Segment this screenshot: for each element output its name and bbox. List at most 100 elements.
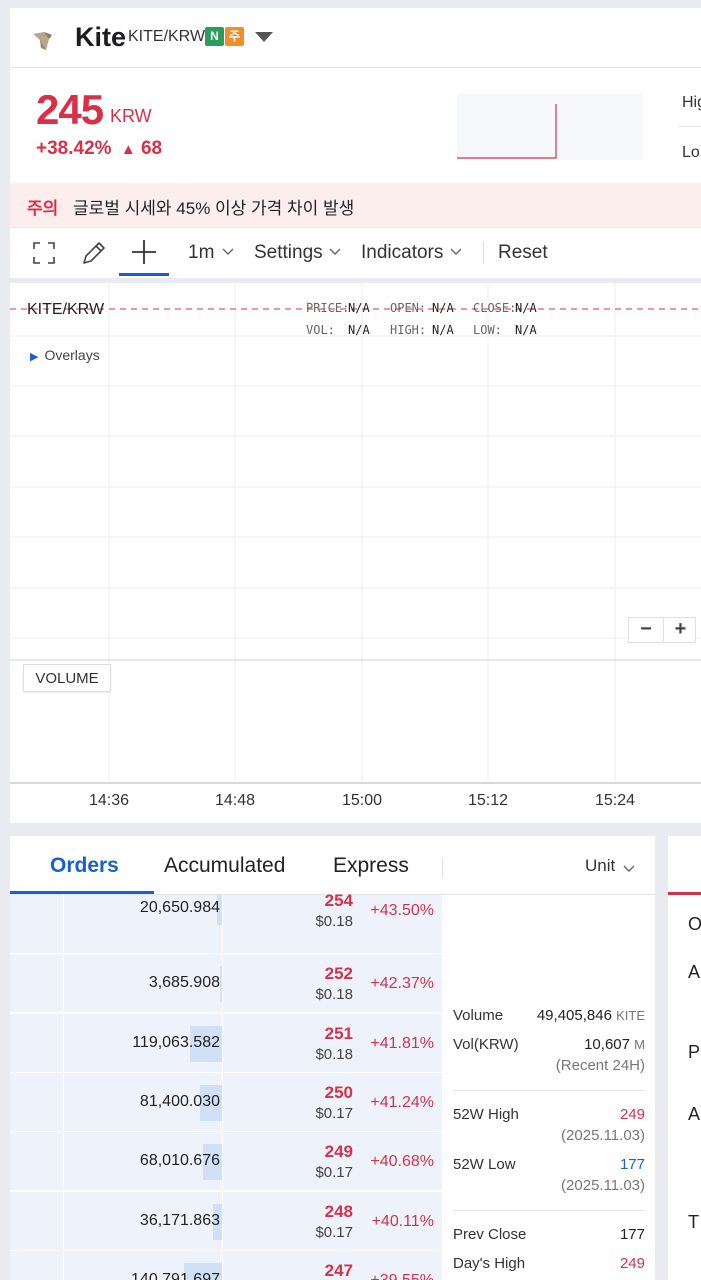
ask-quantity: 140,791.697 (131, 1270, 220, 1280)
caution-badge: 주 (225, 27, 244, 46)
orderbook-panel: Orders Accumulated Express Unit 20,650.9… (10, 836, 655, 1280)
w52-low-date: (2025.11.03) (561, 1177, 645, 1194)
unit-select[interactable]: Unit (585, 856, 615, 876)
zoom-in-button[interactable]: + (663, 618, 697, 642)
ohlc-high-label: HIGH: (390, 323, 427, 337)
fullscreen-icon[interactable] (32, 241, 56, 265)
zoom-out-button[interactable]: − (629, 618, 663, 642)
row-column-divider (222, 1191, 223, 1250)
ask-row[interactable]: 36,171.863 248 $0.17 +40.11% (10, 1191, 442, 1250)
x-tick: 15:12 (467, 792, 509, 809)
warning-tag: 주의 (27, 199, 59, 218)
tab-express[interactable]: Express (333, 854, 409, 878)
w52-high-label: 52W High (453, 1106, 519, 1123)
ohlc-price-label: PRICE: (306, 301, 350, 315)
ask-row[interactable]: 3,685.908 252 $0.18 +42.37% (10, 954, 442, 1013)
coin-pair: KITE/KRW (128, 28, 206, 45)
volkrw-value: 10,607 M (584, 1036, 645, 1053)
row-spacer (10, 954, 64, 1013)
row-spacer (10, 1250, 64, 1280)
ask-price: 249 (324, 1142, 353, 1162)
overlays-toggle[interactable]: ▶ Overlays (30, 347, 100, 363)
ask-change-percent: +40.11% (371, 1212, 434, 1230)
crosshair-active-indicator (119, 273, 169, 276)
ask-quantity: 81,400.030 (139, 1092, 220, 1110)
settings-menu[interactable]: Settings (254, 242, 323, 264)
ask-change-percent: +43.50% (370, 902, 434, 919)
new-badge: N (205, 27, 224, 46)
chevron-down-icon[interactable] (328, 245, 342, 259)
interval-select[interactable]: 1m (188, 242, 214, 264)
ask-price: 247 (324, 1260, 353, 1280)
ticker-panel: Kite KITE/KRW N 주 245 KRW +38.42% ▲ 68 H… (10, 8, 701, 184)
play-triangle-icon: ▶ (30, 351, 39, 363)
ask-price: 250 (324, 1082, 353, 1102)
tab-orders[interactable]: Orders (50, 854, 119, 878)
toolbar-divider (483, 242, 484, 264)
x-tick: 15:00 (341, 792, 383, 809)
mini-chart-line (457, 104, 557, 159)
change-amount: 68 (140, 138, 163, 159)
warning-text: 글로벌 시세와 45% 이상 가격 차이 발생 (73, 199, 355, 218)
price-chart[interactable]: KITE/KRW PRICE: N/A OPEN: N/A CLOSE: N/A… (10, 283, 701, 823)
row-column-divider (222, 1132, 223, 1191)
ohlc-high-value: N/A (432, 323, 454, 337)
reset-button[interactable]: Reset (498, 242, 548, 264)
ask-row[interactable]: 119,063.582 251 $0.18 +41.81% (10, 1013, 442, 1072)
ohlc-close-label: CLOSE: (473, 301, 517, 315)
price-unit: KRW (110, 106, 152, 126)
draw-pencil-icon[interactable] (81, 240, 107, 266)
ask-change-percent: +41.81% (370, 1034, 434, 1052)
ask-price: 251 (324, 1023, 353, 1043)
coin-header[interactable]: Kite KITE/KRW N 주 (10, 8, 701, 68)
row-column-divider (222, 1072, 223, 1131)
ask-price-usd: $0.18 (315, 1045, 353, 1063)
ask-change-percent: +42.37% (370, 975, 434, 993)
tab-accumulated[interactable]: Accumulated (164, 854, 285, 878)
order-form-panel: O A P A T (668, 836, 701, 1280)
row-spacer (10, 895, 64, 953)
day-high-label: Day's High (453, 1255, 526, 1272)
coin-dropdown-icon[interactable] (255, 32, 273, 42)
ask-row[interactable]: 68,010.676 249 $0.17 +40.68% (10, 1132, 442, 1191)
high-label: Hig (682, 94, 701, 111)
ask-price-usd: $0.17 (315, 1223, 353, 1241)
ask-quantity: 36,171.863 (139, 1211, 220, 1229)
chevron-down-icon[interactable] (221, 245, 235, 259)
w52-high-date: (2025.11.03) (561, 1127, 645, 1144)
ask-row[interactable]: 140,791.697247$0.17+39.55% (10, 1250, 442, 1280)
volume-value: 49,405,846 KITE (536, 1007, 645, 1024)
volume-pane-button[interactable]: VOLUME (23, 664, 111, 692)
x-tick: 14:48 (214, 792, 256, 809)
ask-quantity: 119,063.582 (132, 1033, 220, 1051)
w52-high-value: 249 (619, 1106, 645, 1123)
ask-row[interactable]: 20,650.984 254 $0.18 +43.50% (10, 891, 442, 953)
zoom-controls: − + (628, 617, 696, 643)
info-divider (453, 1210, 645, 1211)
overlays-label: Overlays (44, 347, 100, 363)
current-price: 245 (36, 86, 104, 133)
day-high-value: 249 (619, 1255, 645, 1272)
w52-low-value: 177 (619, 1156, 645, 1173)
x-tick: 14:36 (88, 792, 130, 809)
ask-change-percent: +39.55% (370, 1272, 434, 1280)
row-spacer (10, 1013, 64, 1072)
price-warning-banner: 주의 글로벌 시세와 45% 이상 가격 차이 발생 (10, 183, 701, 227)
ohlc-low-label: LOW: (473, 323, 502, 337)
tab-divider (442, 858, 443, 878)
info-divider (453, 1090, 645, 1091)
chevron-down-icon[interactable] (622, 862, 636, 876)
row-column-divider (222, 1250, 223, 1280)
chevron-down-icon[interactable] (449, 245, 463, 259)
row-column-divider (222, 1013, 223, 1072)
volkrw-label: Vol(KRW) (453, 1036, 519, 1053)
volume-label: Volume (453, 1007, 504, 1024)
ask-quantity: 3,685.908 (148, 974, 220, 992)
crosshair-icon[interactable] (131, 239, 157, 265)
ask-price: 248 (324, 1201, 353, 1221)
order-form-label: A (688, 962, 701, 982)
ohlc-open-value: N/A (432, 301, 454, 315)
indicators-menu[interactable]: Indicators (361, 242, 443, 264)
ask-row[interactable]: 81,400.030 250 $0.17 +41.24% (10, 1072, 442, 1131)
order-form-label: T (688, 1212, 699, 1232)
